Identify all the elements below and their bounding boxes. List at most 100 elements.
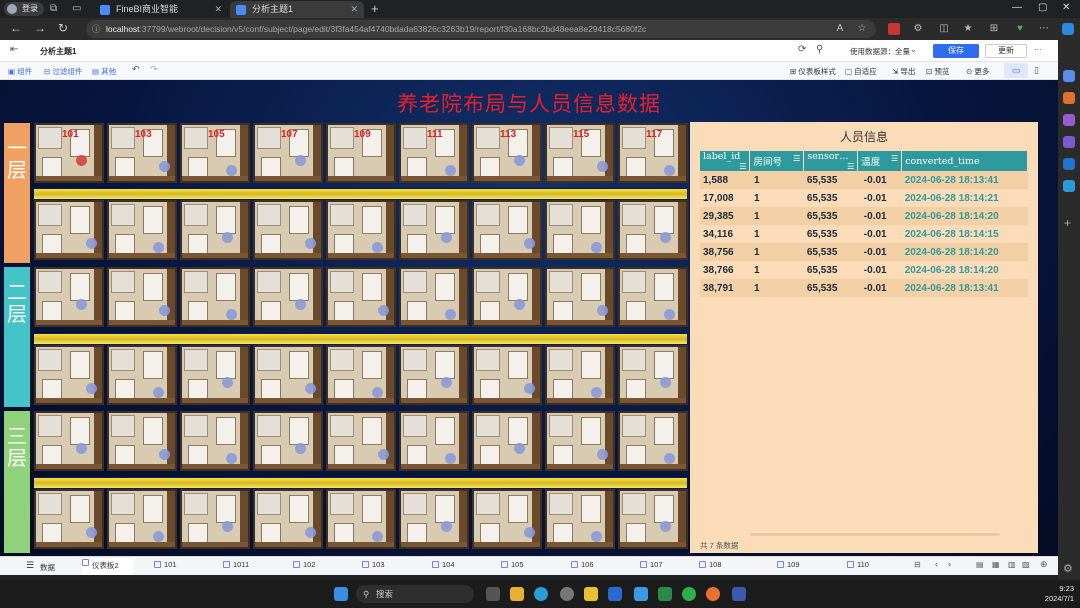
person-marker[interactable] bbox=[660, 232, 671, 243]
person-marker[interactable] bbox=[159, 449, 170, 460]
preview-button[interactable]: ⊡ 预览 bbox=[926, 66, 949, 77]
room-floor1-south-3[interactable] bbox=[180, 200, 250, 260]
room-floor3-south-5[interactable] bbox=[326, 489, 396, 549]
room-floor2-north-4[interactable] bbox=[253, 267, 323, 327]
person-marker[interactable] bbox=[222, 377, 233, 388]
favorites-icon[interactable]: ★ bbox=[962, 23, 974, 35]
sheet-tab[interactable]: 104 bbox=[432, 560, 455, 569]
room-floor3-north-6[interactable] bbox=[399, 411, 469, 471]
sheet-tab[interactable]: 108 bbox=[699, 560, 722, 569]
sheet-tab[interactable]: 102 bbox=[293, 560, 316, 569]
person-marker[interactable] bbox=[524, 238, 535, 249]
room-floor3-north-2[interactable] bbox=[107, 411, 177, 471]
chevron-down-icon[interactable]: ⌄ bbox=[910, 45, 917, 54]
person-marker[interactable] bbox=[664, 309, 675, 320]
horizontal-scrollbar[interactable] bbox=[750, 533, 1000, 536]
person-marker[interactable] bbox=[226, 165, 237, 176]
mobile-view-icon[interactable]: ▯ bbox=[1034, 65, 1039, 76]
app-diamond-icon[interactable] bbox=[634, 587, 648, 601]
person-marker[interactable] bbox=[305, 238, 316, 249]
person-marker-alert[interactable] bbox=[76, 155, 87, 166]
column-header[interactable]: 房间号 ☰ bbox=[749, 151, 805, 171]
update-button[interactable]: 更新 bbox=[985, 44, 1027, 58]
data-source-select[interactable]: 使用数据源：全量 bbox=[850, 46, 910, 57]
person-marker[interactable] bbox=[76, 299, 87, 310]
person-marker[interactable] bbox=[524, 527, 535, 538]
room-floor2-south-7[interactable] bbox=[472, 345, 542, 405]
sidebar-games-icon[interactable] bbox=[1063, 114, 1075, 126]
table-row[interactable]: 38,756 1 65,535 -0.01 2024-06-28 18:14:20 bbox=[700, 243, 1028, 261]
tab-actions-icon[interactable]: ▭ bbox=[72, 3, 81, 14]
room-floor3-south-7[interactable] bbox=[472, 489, 542, 549]
room-floor2-north-6[interactable] bbox=[399, 267, 469, 327]
export-button[interactable]: ⇲ 导出 bbox=[892, 66, 915, 77]
close-window-icon[interactable]: ✕ bbox=[1062, 2, 1070, 13]
person-marker[interactable] bbox=[378, 305, 389, 316]
person-marker[interactable] bbox=[372, 242, 383, 253]
app-y-icon[interactable] bbox=[560, 587, 574, 601]
tab-analysis-subject[interactable]: 分析主题1 ✕ bbox=[230, 1, 364, 18]
person-marker[interactable] bbox=[445, 165, 456, 176]
person-marker[interactable] bbox=[372, 531, 383, 542]
room-floor3-south-3[interactable] bbox=[180, 489, 250, 549]
room-floor2-south-3[interactable] bbox=[180, 345, 250, 405]
sidebar-search-icon[interactable] bbox=[1063, 70, 1075, 82]
minimize-icon[interactable]: — bbox=[1012, 2, 1022, 13]
room-floor3-north-4[interactable] bbox=[253, 411, 323, 471]
more-menu-button[interactable]: ··· bbox=[1034, 45, 1042, 54]
table-row[interactable]: 1,588 1 65,535 -0.01 2024-06-28 18:13:41 bbox=[700, 171, 1028, 189]
sidebar-outlook-icon[interactable] bbox=[1063, 158, 1075, 170]
person-marker[interactable] bbox=[660, 521, 671, 532]
app-v-icon[interactable] bbox=[658, 587, 672, 601]
other-button[interactable]: ▤ 其他 bbox=[92, 66, 116, 77]
room-floor2-south-4[interactable] bbox=[253, 345, 323, 405]
room-floor1-south-4[interactable] bbox=[253, 200, 323, 260]
person-marker[interactable] bbox=[514, 443, 525, 454]
sheet-view-3-icon[interactable]: ▥ bbox=[1008, 560, 1016, 569]
person-marker[interactable] bbox=[295, 155, 306, 166]
sheet-tab[interactable]: 103 bbox=[362, 560, 385, 569]
app-map-icon[interactable] bbox=[608, 587, 622, 601]
close-tab-icon[interactable]: ✕ bbox=[214, 1, 222, 18]
taskbar-search[interactable]: ⚲ 搜索 bbox=[356, 585, 474, 603]
sheet-view-4-icon[interactable]: ▧ bbox=[1022, 560, 1030, 569]
column-header[interactable]: converted_time bbox=[901, 151, 1028, 171]
collections-icon[interactable]: ⊞ bbox=[988, 23, 1000, 35]
undo-icon[interactable]: ↶ bbox=[132, 64, 140, 75]
sidebar-settings-icon[interactable]: ⚙ bbox=[1063, 562, 1073, 575]
more-button[interactable]: ⊙ 更多 bbox=[966, 66, 989, 77]
reload-icon[interactable]: ↻ bbox=[58, 21, 68, 35]
person-marker[interactable] bbox=[305, 383, 316, 394]
column-header[interactable]: 温度 ☰ bbox=[857, 151, 903, 171]
room-floor3-south-2[interactable] bbox=[107, 489, 177, 549]
forward-icon[interactable]: → bbox=[34, 21, 46, 35]
table-row[interactable]: 38,766 1 65,535 -0.01 2024-06-28 18:14:20 bbox=[700, 261, 1028, 279]
file-explorer-icon[interactable] bbox=[510, 587, 524, 601]
app-dz-icon[interactable] bbox=[584, 587, 598, 601]
person-marker[interactable] bbox=[591, 387, 602, 398]
room-floor2-south-9[interactable] bbox=[618, 345, 688, 405]
room-floor3-south-8[interactable] bbox=[545, 489, 615, 549]
refresh-data-icon[interactable]: ⟳ bbox=[798, 44, 806, 55]
task-view-icon[interactable] bbox=[486, 587, 500, 601]
edge-icon[interactable] bbox=[534, 587, 548, 601]
person-marker[interactable] bbox=[86, 383, 97, 394]
sheet-tab[interactable]: 105 bbox=[501, 560, 524, 569]
room-floor2-south-6[interactable] bbox=[399, 345, 469, 405]
save-button[interactable]: 保存 bbox=[933, 44, 979, 58]
sort-icon[interactable]: ☰ bbox=[739, 162, 746, 171]
person-marker[interactable] bbox=[445, 309, 456, 320]
table-row[interactable]: 38,791 1 65,535 -0.01 2024-06-28 18:13:41 bbox=[700, 279, 1028, 297]
person-marker[interactable] bbox=[591, 242, 602, 253]
table-row[interactable]: 34,116 1 65,535 -0.01 2024-06-28 18:14:15 bbox=[700, 225, 1028, 243]
person-marker[interactable] bbox=[159, 161, 170, 172]
room-floor1-south-2[interactable] bbox=[107, 200, 177, 260]
sheet-view-2-icon[interactable]: ▦ bbox=[992, 560, 1000, 569]
room-floor2-south-8[interactable] bbox=[545, 345, 615, 405]
sidebar-add-icon[interactable]: + bbox=[1064, 216, 1071, 230]
person-marker[interactable] bbox=[153, 387, 164, 398]
wechat-icon[interactable] bbox=[682, 587, 696, 601]
person-marker[interactable] bbox=[441, 232, 452, 243]
person-marker[interactable] bbox=[378, 449, 389, 460]
room-floor1-south-1[interactable] bbox=[34, 200, 104, 260]
